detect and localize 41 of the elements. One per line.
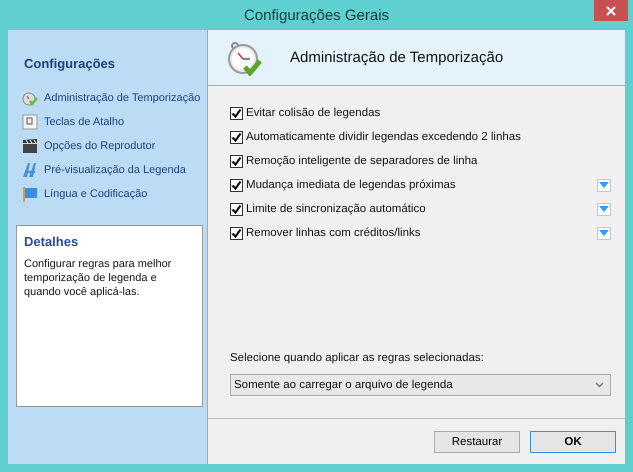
- dropdown-button[interactable]: [597, 226, 611, 240]
- stopwatch-icon: [226, 40, 262, 76]
- sidebar-item[interactable]: Pré-visualização da Legenda: [16, 161, 203, 179]
- triangle-down-icon: [599, 206, 609, 212]
- panel-title: Administração de Temporização: [290, 49, 504, 66]
- flag-icon: [22, 186, 38, 202]
- sidebar-item[interactable]: Teclas de Atalho: [16, 113, 203, 131]
- clapperboard-icon: [22, 138, 38, 154]
- details-text: Configurar regras para melhor temporização de legenda e quando você aplicá-las.: [24, 257, 172, 299]
- checkmark-icon: [231, 180, 242, 190]
- apply-rules-dropdown[interactable]: Somente ao carregar o arquivo de legenda: [230, 374, 611, 396]
- checkbox[interactable]: Evitar colisão de legendas: [230, 106, 380, 120]
- sidebar-item[interactable]: Língua e Codificação: [16, 185, 203, 203]
- checkmark-icon: [231, 132, 242, 142]
- checkmark-icon: [231, 108, 242, 118]
- window-title: Configurações Gerais: [244, 6, 390, 24]
- chevron-down-icon: [595, 382, 604, 388]
- close-button[interactable]: [594, 0, 628, 21]
- sidebar-title: Configurações: [24, 56, 116, 71]
- checkbox[interactable]: Limite de sincronização automático: [230, 202, 426, 216]
- checkbox[interactable]: Remover linhas com créditos/links: [230, 226, 420, 240]
- checkmark-icon: [231, 228, 242, 238]
- triangle-down-icon: [599, 230, 609, 236]
- restore-button[interactable]: Restaurar: [434, 430, 520, 452]
- triangle-down-icon: [599, 182, 609, 188]
- checkmark-icon: [231, 156, 242, 166]
- ok-button[interactable]: OK: [530, 430, 616, 452]
- letters-icon: [22, 162, 38, 178]
- dropdown-button[interactable]: [597, 178, 611, 192]
- sidebar-item[interactable]: Opções do Reprodutor: [16, 137, 203, 155]
- details-title: Detalhes: [24, 234, 80, 249]
- checkmark-icon: [231, 204, 242, 214]
- sidebar-item[interactable]: Administração de Temporização: [16, 89, 203, 107]
- checkbox[interactable]: Mudança imediata de legendas próximas: [230, 178, 456, 192]
- apply-rules-label: Selecione quando aplicar as regras selecionadas:: [230, 352, 485, 364]
- stopwatch-icon: [22, 90, 38, 106]
- checkbox[interactable]: Automaticamente dividir legendas excedendo 2 linhas: [230, 130, 521, 144]
- checkbox[interactable]: Remoção inteligente de separadores de linha: [230, 154, 478, 168]
- close-icon: [606, 6, 616, 16]
- key-icon: [22, 114, 38, 130]
- dropdown-button[interactable]: [597, 202, 611, 216]
